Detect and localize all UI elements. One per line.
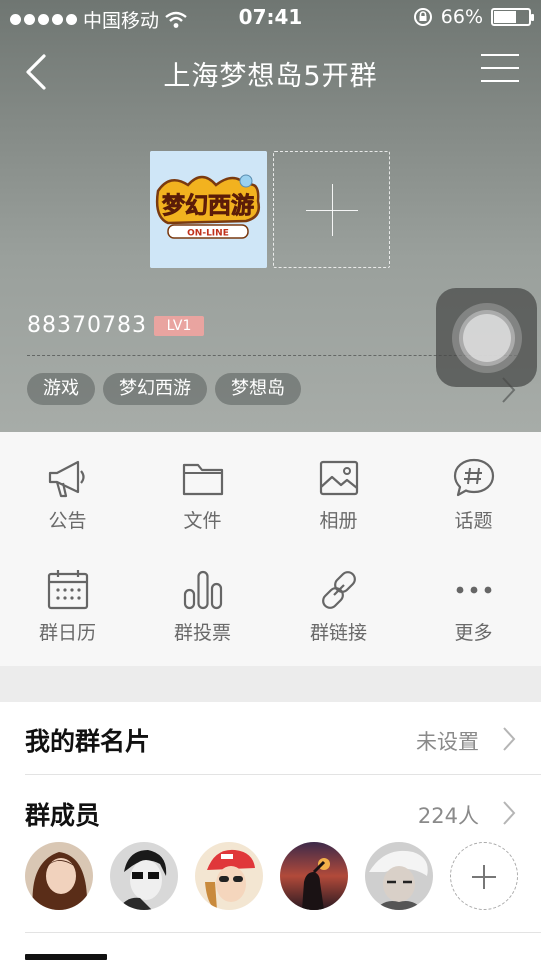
member-avatar[interactable] [25,842,93,910]
more-label: 更多 [454,622,493,644]
files-label: 文件 [183,510,222,532]
group-avatar[interactable]: 梦幻西游 ON-LINE [150,151,267,268]
album-label: 相册 [319,510,358,532]
tag-chip[interactable]: 梦幻西游 [103,373,207,405]
more-button[interactable]: 更多 [406,544,541,654]
topic-icon [453,458,495,497]
more-icon [456,586,492,594]
status-bar: 中国移动 07:41 66% [0,0,541,36]
member-avatar[interactable] [280,842,348,910]
members-title: 群成员 [25,801,101,830]
poll-icon [183,570,223,610]
add-photo-button[interactable] [273,151,390,268]
divider [25,932,541,933]
assistive-touch-button[interactable] [436,288,537,387]
member-avatar[interactable] [195,842,263,910]
group-link-button[interactable]: 群链接 [271,544,406,654]
game-logo-image: 梦幻西游 ON-LINE [150,151,267,268]
nav-bar: 上海梦想岛5开群 [0,44,541,100]
image-icon [319,460,359,496]
members-count[interactable]: 224人 [418,800,479,830]
member-avatar[interactable] [365,842,433,910]
megaphone-icon [48,460,85,498]
calendar-icon [47,570,89,610]
group-tags: 游戏 梦幻西游 梦想岛 [27,373,301,405]
svg-text:ON-LINE: ON-LINE [187,229,229,239]
topics-label: 话题 [454,510,493,532]
svg-text:梦幻西游: 梦幻西游 [162,192,254,219]
tag-chip[interactable]: 游戏 [27,373,95,405]
next-section-title-cutoff [25,948,125,960]
group-header: 中国移动 07:41 66% 上海梦想岛5开群 梦幻西游 ON-LINE 883… [0,0,541,432]
page-title: 上海梦想岛5开群 [163,61,378,92]
battery-percent: 66% [440,6,483,28]
add-member-button[interactable] [450,842,518,910]
level-badge: LV1 [154,316,204,336]
member-avatars [25,842,518,910]
chevron-right-icon[interactable] [501,800,517,826]
calendar-button[interactable]: 群日历 [0,544,135,654]
orientation-lock-icon [413,8,432,26]
announcement-label: 公告 [48,510,87,532]
chevron-right-icon [503,727,516,751]
group-number: 88370783 [27,313,147,338]
poll-button[interactable]: 群投票 [135,544,270,654]
announcement-button[interactable]: 公告 [0,432,135,542]
topics-button[interactable]: 话题 [406,432,541,542]
poll-label: 群投票 [173,622,231,644]
my-group-card-row[interactable]: 我的群名片 未设置 [0,702,541,774]
link-icon [322,571,356,609]
folder-icon [182,463,224,496]
group-link-label: 群链接 [309,622,367,644]
files-button[interactable]: 文件 [135,432,270,542]
menu-icon[interactable] [481,54,519,88]
function-grid: 公告 文件 相册 话题 群日历 群投票 群链接 更多 [0,432,541,666]
battery-icon [491,8,534,26]
my-group-card-value: 未设置 [416,730,479,754]
member-avatar[interactable] [110,842,178,910]
album-button[interactable]: 相册 [271,432,406,542]
my-group-card-title: 我的群名片 [25,727,151,756]
calendar-label: 群日历 [38,622,96,644]
tag-chip[interactable]: 梦想岛 [215,373,301,405]
section-gap [0,666,541,702]
